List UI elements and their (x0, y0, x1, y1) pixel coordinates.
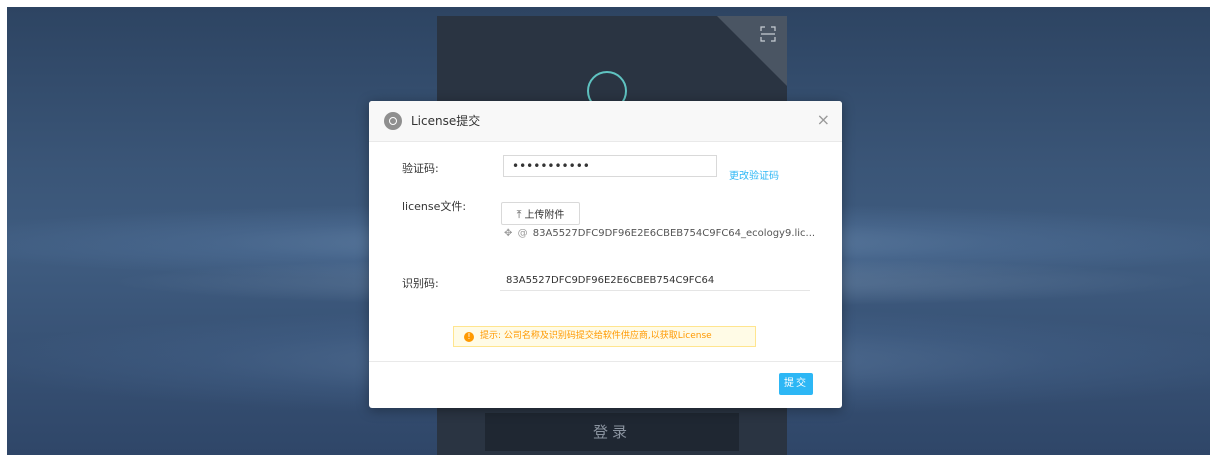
license-file-label: license文件: (402, 200, 467, 213)
upload-attachment-button[interactable]: ⤒ 上传附件 (501, 202, 580, 225)
dialog-title: License提交 (411, 114, 481, 128)
id-code-underline (500, 290, 810, 291)
id-code-value: 83A5527DFC9DF96E2E6CBEB754C9FC64 (506, 275, 715, 286)
uploaded-file-item: ✥ @ 83A5527DFC9DF96E2E6CBEB754C9FC64_eco… (504, 228, 815, 239)
upload-button-label: 上传附件 (524, 210, 565, 221)
upload-icon: ⤒ (516, 208, 522, 221)
attachment-icon: @ (517, 228, 528, 239)
license-submit-dialog: License提交 × 验证码: 更改验证码 license文件: ⤒上传附件 … (369, 101, 842, 408)
file-name[interactable]: 83A5527DFC9DF96E2E6CBEB754C9FC64_ecology… (533, 228, 815, 239)
verify-code-input[interactable] (503, 155, 717, 177)
qr-code-icon[interactable] (760, 26, 776, 42)
app-logo-icon (384, 112, 402, 130)
close-icon[interactable]: × (817, 110, 830, 129)
warning-icon: ! (464, 332, 474, 342)
change-verify-code-link[interactable]: 更改验证码 (729, 167, 779, 182)
submit-button[interactable]: 提交 (779, 373, 813, 395)
verify-code-label: 验证码: (402, 162, 439, 175)
drag-handle-icon[interactable]: ✥ (504, 228, 512, 239)
dialog-header: License提交 × (369, 101, 842, 142)
footer-divider (369, 361, 842, 362)
desktop-background: 登录 License提交 × 验证码: 更改验证码 license文件: ⤒上传… (7, 7, 1210, 455)
login-corner-tab[interactable] (717, 16, 787, 86)
tip-banner: ! 提示: 公司名称及识别码提交给软件供应商,以获取License (453, 326, 756, 347)
login-button[interactable]: 登录 (485, 413, 739, 451)
tip-text: 提示: 公司名称及识别码提交给软件供应商,以获取License (480, 331, 712, 341)
id-code-label: 识别码: (402, 277, 439, 290)
